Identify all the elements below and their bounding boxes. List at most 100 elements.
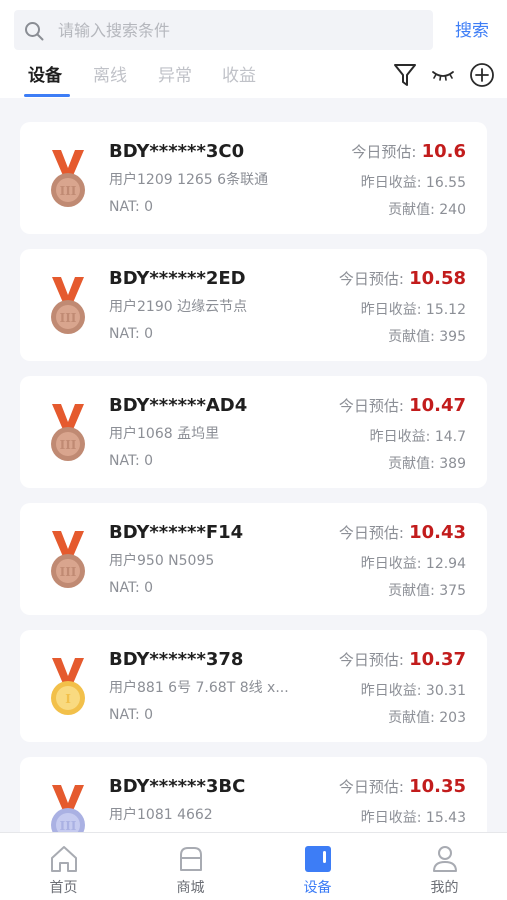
yesterday-income-label: 昨日收益: <box>360 810 422 826</box>
device-name: BDY******F14 <box>109 522 244 543</box>
search-button[interactable]: 搜索 <box>455 19 489 43</box>
device-nat: NAT: 0 <box>109 324 153 344</box>
device-card[interactable]: III BDY******3C0 用户1209 1265 6条联通 NAT: 0 今日预… <box>20 122 487 234</box>
svg-text:III: III <box>60 311 77 325</box>
tab-bar: 设备 离线 异常 收益 <box>0 58 507 98</box>
contribution: 贡献值: 375 <box>388 581 466 601</box>
device-user-info: 用户1209 1265 6条联通 <box>109 172 269 188</box>
yesterday-income-value: 30.31 <box>425 683 466 699</box>
tab-offline[interactable]: 离线 <box>93 64 127 88</box>
yesterday-income: 昨日收益: 15.43 <box>361 808 466 828</box>
contribution-value: 240 <box>439 202 466 218</box>
search-input[interactable] <box>58 16 418 44</box>
today-estimate-label: 今日预估: <box>351 143 417 161</box>
nat-value: 0 <box>144 326 154 342</box>
contribution: 贡献值: 203 <box>388 708 466 728</box>
today-estimate: 今日预估: 10.6 <box>351 139 466 165</box>
device-nat: NAT: 0 <box>109 197 153 217</box>
svg-text:III: III <box>60 184 77 198</box>
today-estimate: 今日预估: 10.35 <box>339 774 466 800</box>
device-name: BDY******3C0 <box>109 141 245 162</box>
today-estimate: 今日预估: 10.43 <box>339 520 466 546</box>
contribution: 贡献值: 389 <box>388 454 466 474</box>
tab-income[interactable]: 收益 <box>222 64 256 88</box>
today-estimate-value: 10.58 <box>409 268 466 289</box>
device-user-info: 用户1081 4662 <box>109 807 213 823</box>
eye-closed-icon[interactable] <box>431 64 455 84</box>
home-icon <box>51 846 77 872</box>
yesterday-income-value: 15.43 <box>425 810 466 826</box>
contribution-label: 贡献值: <box>388 202 435 218</box>
nat-label: NAT: <box>109 453 140 469</box>
contribution-value: 395 <box>439 329 466 345</box>
nat-label: NAT: <box>109 707 140 723</box>
nav-device-label: 设备 <box>303 880 332 896</box>
today-estimate: 今日预估: 10.37 <box>339 647 466 673</box>
svg-text:III: III <box>60 819 77 833</box>
device-nat: NAT: 0 <box>109 451 153 471</box>
contribution-value: 203 <box>439 710 466 726</box>
contribution: 贡献值: 395 <box>388 327 466 347</box>
bottom-nav: 首页 商城 设备 我的 <box>0 832 507 900</box>
nat-value: 0 <box>144 199 154 215</box>
contribution-value: 375 <box>439 583 466 599</box>
nav-mine[interactable]: 我的 <box>381 833 507 900</box>
today-estimate-value: 10.6 <box>421 141 466 162</box>
yesterday-income-value: 12.94 <box>425 556 466 572</box>
device-card[interactable]: I BDY******378 用户881 6号 7.68T 8线 x... NAT: … <box>20 630 487 742</box>
nav-home-label: 首页 <box>49 880 78 896</box>
device-user-info: 用户1068 孟坞里 <box>109 426 220 442</box>
yesterday-income: 昨日收益: 16.55 <box>361 173 466 193</box>
device-name: BDY******3BC <box>109 776 246 797</box>
today-estimate-label: 今日预估: <box>338 397 404 415</box>
nat-value: 0 <box>144 580 154 596</box>
nav-shop[interactable]: 商城 <box>127 833 254 900</box>
svg-text:I: I <box>65 692 71 706</box>
nat-value: 0 <box>144 453 154 469</box>
shop-icon <box>180 847 202 871</box>
bronze-medal-icon: III <box>48 275 88 337</box>
yesterday-income-label: 昨日收益: <box>360 302 422 318</box>
device-name: BDY******2ED <box>109 268 246 289</box>
device-nat: NAT: 0 <box>109 705 153 725</box>
svg-text:III: III <box>60 565 77 579</box>
contribution-label: 贡献值: <box>388 329 435 345</box>
active-tab-indicator <box>24 94 70 97</box>
yesterday-income-label: 昨日收益: <box>369 429 431 445</box>
nav-device[interactable]: 设备 <box>254 833 381 900</box>
bronze-medal-icon: III <box>48 148 88 210</box>
yesterday-income: 昨日收益: 15.12 <box>361 300 466 320</box>
today-estimate-value: 10.35 <box>409 776 466 797</box>
today-estimate-label: 今日预估: <box>338 651 404 669</box>
device-name: BDY******AD4 <box>109 395 248 416</box>
device-name: BDY******378 <box>109 649 244 670</box>
nat-label: NAT: <box>109 326 140 342</box>
tab-devices[interactable]: 设备 <box>28 64 62 88</box>
search-icon <box>25 22 44 41</box>
today-estimate-value: 10.43 <box>409 522 466 543</box>
device-user-info: 用户950 N5095 <box>109 553 215 569</box>
today-estimate-label: 今日预估: <box>338 270 404 288</box>
contribution-label: 贡献值: <box>388 583 435 599</box>
gold-medal-icon: I <box>48 656 88 718</box>
tab-abnormal[interactable]: 异常 <box>158 64 192 88</box>
device-card[interactable]: III BDY******AD4 用户1068 孟坞里 NAT: 0 今日预估: 10.… <box>20 376 487 488</box>
device-card[interactable]: III BDY******F14 用户950 N5095 NAT: 0 今日预估: 10… <box>20 503 487 615</box>
nav-home[interactable]: 首页 <box>0 833 127 900</box>
device-nat: NAT: 0 <box>109 578 153 598</box>
user-icon <box>433 846 457 872</box>
device-card[interactable]: III BDY******2ED 用户2190 边缘云节点 NAT: 0 今日预估: 1… <box>20 249 487 361</box>
bronze-medal-icon: III <box>48 529 88 591</box>
today-estimate-value: 10.37 <box>409 649 466 670</box>
yesterday-income-value: 14.7 <box>434 429 466 445</box>
device-icon <box>305 846 331 872</box>
filter-icon[interactable] <box>393 62 417 88</box>
bronze-medal-icon: III <box>48 402 88 464</box>
yesterday-income: 昨日收益: 14.7 <box>370 427 466 447</box>
contribution-value: 389 <box>439 456 466 472</box>
search-box[interactable] <box>14 10 433 50</box>
today-estimate-label: 今日预估: <box>338 524 404 542</box>
contribution-label: 贡献值: <box>388 710 435 726</box>
device-user-info: 用户2190 边缘云节点 <box>109 299 248 315</box>
add-circle-icon[interactable] <box>469 62 495 88</box>
